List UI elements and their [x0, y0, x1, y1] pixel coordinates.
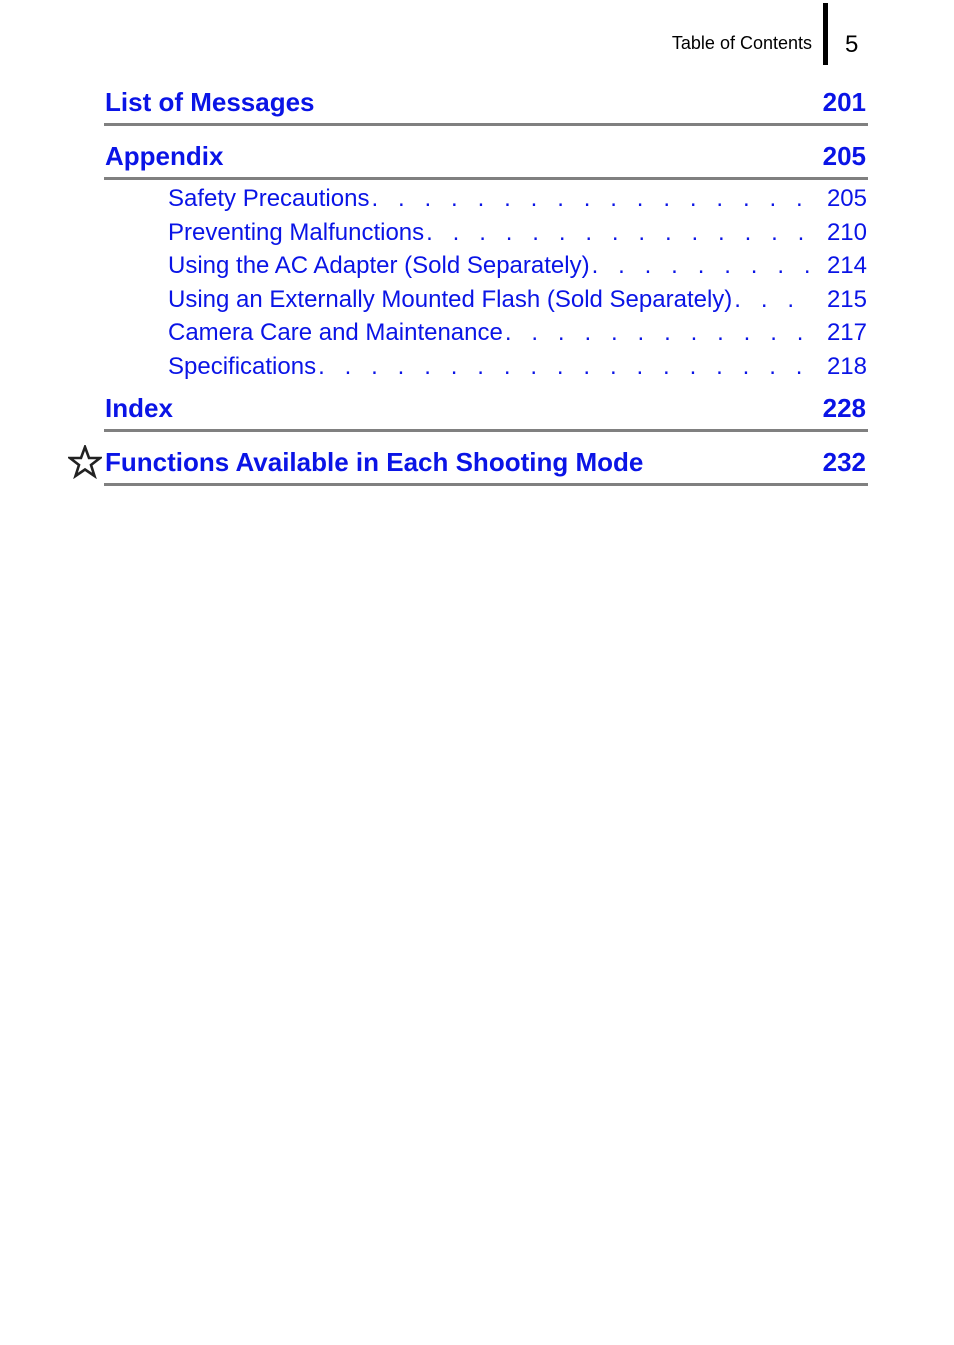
entry-title[interactable]: Camera Care and Maintenance — [168, 318, 503, 348]
running-header-label: Table of Contents — [671, 33, 812, 53]
entry-title[interactable]: Using the AC Adapter (Sold Separately) — [168, 251, 590, 281]
section-title[interactable]: Appendix — [104, 138, 223, 174]
toc-section-functions-shooting-mode[interactable]: Functions Available in Each Shooting Mod… — [104, 444, 868, 486]
toc-entry-safety-precautions[interactable]: Safety Precautions . . . . . . . . . . .… — [168, 184, 867, 214]
toc-entry-external-flash[interactable]: Using an Externally Mounted Flash (Sold … — [168, 285, 867, 315]
header-divider-bar — [823, 3, 828, 65]
section-rule — [104, 177, 868, 180]
entry-page[interactable]: 215 — [809, 285, 867, 315]
section-title[interactable]: Index — [104, 390, 173, 426]
toc-entry-specifications[interactable]: Specifications . . . . . . . . . . . . .… — [168, 352, 867, 382]
section-page[interactable]: 228 — [823, 390, 868, 426]
dot-leader: . . . . . . . . . . . . . . . . . . . . … — [426, 219, 809, 246]
entry-page[interactable]: 218 — [809, 352, 867, 382]
entry-page[interactable]: 214 — [809, 251, 867, 281]
toc-section-index[interactable]: Index 228 — [104, 390, 868, 432]
toc-section-list-of-messages[interactable]: List of Messages 201 — [104, 84, 868, 126]
section-title[interactable]: List of Messages — [104, 84, 315, 120]
section-page[interactable]: 201 — [823, 84, 868, 120]
toc-section-appendix[interactable]: Appendix 205 — [104, 138, 868, 180]
entry-title[interactable]: Safety Precautions — [168, 184, 369, 214]
entry-page[interactable]: 210 — [809, 218, 867, 248]
dot-leader: . . . . . . . . . . . . . . . . . . . . … — [591, 252, 809, 279]
page-number: 5 — [845, 31, 859, 58]
entry-title[interactable]: Specifications — [168, 352, 316, 382]
toc-entry-camera-care[interactable]: Camera Care and Maintenance . . . . . . … — [168, 318, 867, 348]
section-rule — [104, 483, 868, 486]
dot-leader: . . . . . . . . . . . . . . . . . . . . … — [734, 286, 809, 313]
section-rule — [104, 123, 868, 126]
dot-leader: . . . . . . . . . . . . . . . . . . . . … — [504, 319, 809, 346]
entry-title[interactable]: Using an Externally Mounted Flash (Sold … — [168, 285, 732, 315]
section-page[interactable]: 232 — [823, 444, 868, 480]
section-rule — [104, 429, 868, 432]
dot-leader: . . . . . . . . . . . . . . . . . . . . … — [318, 353, 809, 380]
entry-page[interactable]: 217 — [809, 318, 867, 348]
entry-title[interactable]: Preventing Malfunctions — [168, 218, 424, 248]
dot-leader: . . . . . . . . . . . . . . . . . . . . … — [371, 185, 809, 212]
entry-page[interactable]: 205 — [809, 184, 867, 214]
section-title[interactable]: Functions Available in Each Shooting Mod… — [104, 444, 643, 480]
toc-entry-ac-adapter[interactable]: Using the AC Adapter (Sold Separately) .… — [168, 251, 867, 281]
star-outline-icon — [68, 445, 102, 479]
section-page[interactable]: 205 — [823, 138, 868, 174]
toc-entry-preventing-malfunctions[interactable]: Preventing Malfunctions . . . . . . . . … — [168, 218, 867, 248]
